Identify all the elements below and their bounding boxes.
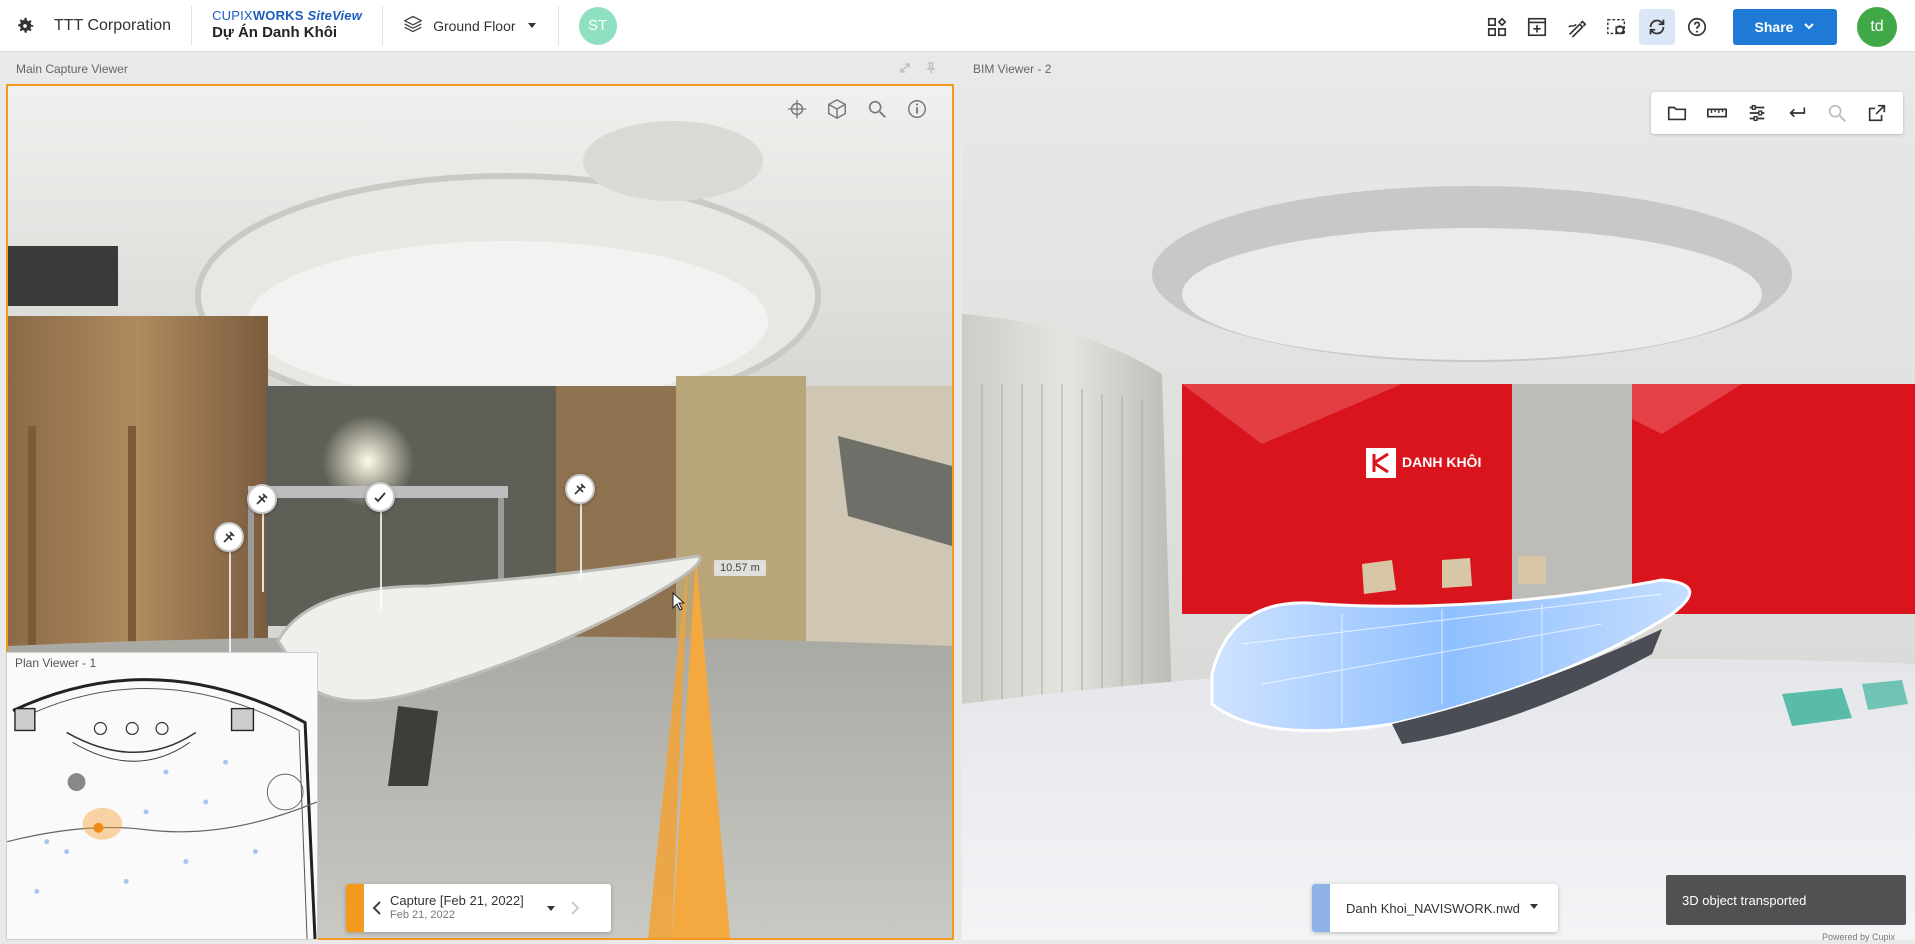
- capture-select-icon[interactable]: [1599, 9, 1635, 45]
- undo-icon[interactable]: [1779, 95, 1815, 131]
- sync-icon[interactable]: [1639, 9, 1675, 45]
- ruler-icon[interactable]: [1699, 95, 1735, 131]
- capture-viewer-tools: [784, 96, 930, 122]
- divider: [382, 5, 384, 46]
- zoom-icon[interactable]: [1819, 95, 1855, 131]
- markup-icon[interactable]: [1559, 9, 1595, 45]
- top-bar: TTT Corporation CUPIXWORKS SiteView Dự Á…: [0, 0, 1915, 52]
- main-viewer-title: Main Capture Viewer: [16, 62, 128, 76]
- pin-stem: [380, 510, 382, 610]
- toast-notification: 3D object transported: [1666, 875, 1906, 925]
- previous-capture-button[interactable]: [364, 901, 390, 915]
- bim-viewer[interactable]: DANH KHÔI: [962, 84, 1915, 940]
- bim-viewer-title: BIM Viewer - 2: [973, 62, 1052, 76]
- help-icon[interactable]: [1679, 9, 1715, 45]
- project-brand[interactable]: CUPIXWORKS SiteView Dự Án Danh Khôi: [212, 8, 363, 42]
- floor-selector[interactable]: Ground Floor: [403, 14, 537, 37]
- bim-logo-text: DANH KHÔI: [1402, 454, 1482, 470]
- pin-panel-icon[interactable]: [925, 61, 937, 77]
- model-name: Danh Khoi_NAVISWORK.nwd: [1346, 900, 1520, 916]
- share-button[interactable]: Share: [1733, 9, 1837, 45]
- pin-stem: [262, 512, 264, 592]
- capture-date: Feb 21, 2022: [390, 909, 455, 922]
- collaborator-avatar[interactable]: ST: [578, 6, 617, 45]
- distance-label: 10.57 m: [714, 560, 766, 576]
- zoom-icon[interactable]: [864, 96, 890, 122]
- organization-name[interactable]: TTT Corporation: [54, 17, 171, 35]
- capture-title: Capture [Feb 21, 2022]: [390, 893, 524, 908]
- capture-selector[interactable]: Capture [Feb 21, 2022] Feb 21, 2022: [346, 884, 611, 932]
- divider: [557, 5, 559, 46]
- share-label: Share: [1754, 19, 1794, 35]
- layers-icon: [403, 14, 423, 37]
- bim-toolbar: [1651, 92, 1903, 134]
- bim-model-view[interactable]: [962, 84, 1915, 940]
- info-icon[interactable]: [904, 96, 930, 122]
- capture-info: Capture [Feb 21, 2022] Feb 21, 2022: [390, 893, 540, 923]
- caret-down-icon[interactable]: [540, 902, 562, 914]
- compare-icon[interactable]: [784, 96, 810, 122]
- capture-accent: [346, 884, 364, 932]
- markup-pin[interactable]: [214, 522, 244, 552]
- main-viewer-header-controls: [899, 61, 937, 77]
- open-external-icon[interactable]: [1859, 95, 1895, 131]
- chevron-down-icon: [1803, 19, 1815, 35]
- gear-icon[interactable]: [12, 13, 38, 39]
- add-panel-icon[interactable]: [1519, 9, 1555, 45]
- project-name: Dự Án Danh Khôi: [212, 24, 338, 42]
- expand-icon[interactable]: [899, 62, 911, 77]
- floor-label: Ground Floor: [433, 17, 516, 34]
- siteview-logo: CUPIXWORKS SiteView: [212, 8, 363, 24]
- cube-icon[interactable]: [824, 96, 850, 122]
- model-accent: [1312, 884, 1330, 932]
- user-avatar[interactable]: td: [1857, 7, 1897, 47]
- floor-plan[interactable]: [7, 653, 317, 939]
- powered-by-label: Powered by Cupix: [1822, 932, 1896, 942]
- markup-pin[interactable]: [247, 484, 277, 514]
- plan-viewer[interactable]: Plan Viewer - 1: [6, 652, 318, 940]
- caret-down-icon: [1528, 899, 1540, 917]
- markup-pin[interactable]: [565, 474, 595, 504]
- folder-icon[interactable]: [1659, 95, 1695, 131]
- plan-viewer-title: Plan Viewer - 1: [15, 656, 97, 670]
- model-selector[interactable]: Danh Khoi_NAVISWORK.nwd: [1312, 884, 1558, 932]
- divider: [191, 5, 193, 46]
- caret-down-icon: [526, 18, 538, 34]
- pin-stem: [580, 502, 582, 578]
- checkmark-pin[interactable]: [365, 482, 395, 512]
- layout-icon[interactable]: [1479, 9, 1515, 45]
- toolbar-right: Share td: [1479, 7, 1897, 47]
- sliders-icon[interactable]: [1739, 95, 1775, 131]
- next-capture-button[interactable]: [562, 901, 588, 915]
